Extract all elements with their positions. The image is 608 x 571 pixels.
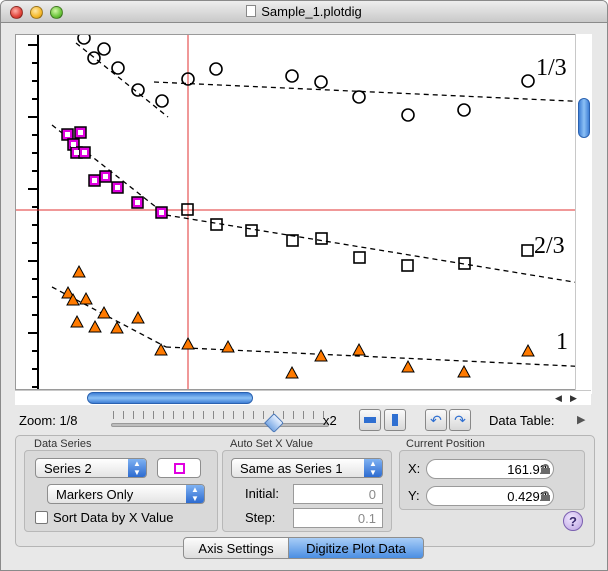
sort-label: Sort Data by X Value xyxy=(53,510,174,525)
fit-height-button[interactable] xyxy=(384,409,406,431)
series-1-point xyxy=(97,42,111,56)
label-two-thirds: 2/3 xyxy=(534,233,565,259)
redo-icon: ↷ xyxy=(454,412,466,428)
step-field[interactable]: 0.1 xyxy=(293,508,383,528)
auto-x-group-label: Auto Set X Value xyxy=(230,438,313,450)
data-table-disclosure-icon[interactable]: ▶ xyxy=(577,413,585,426)
undo-button[interactable]: ↶ xyxy=(425,409,447,431)
series-select[interactable]: Series 2 ▲ ▼ xyxy=(35,458,147,478)
series-1-point xyxy=(209,62,223,76)
label-one: 1 xyxy=(556,329,568,355)
vertical-scrollbar[interactable] xyxy=(575,34,592,394)
zoom-slider-ticks xyxy=(113,411,327,419)
x-label: X: xyxy=(408,461,421,476)
settings-panel: Data Series Series 2 ▲ ▼ Markers Only ▲ ▼ … xyxy=(15,435,595,547)
series-1-markers xyxy=(77,35,535,122)
fit-width-icon xyxy=(364,417,376,423)
auto-x-mode-value: Same as Series 1 xyxy=(240,461,343,476)
auto-x-mode-arrow-icon: ▲ ▼ xyxy=(364,459,382,477)
series-1-point xyxy=(111,61,125,75)
app-window: Sample_1.plotdig 1/3 2/3 1 ◀ ▶ Zoom: 1/8… xyxy=(0,0,608,571)
scroll-left-icon[interactable]: ◀ xyxy=(555,393,562,404)
initial-field[interactable]: 0 xyxy=(293,484,383,504)
series-1-point xyxy=(401,108,415,122)
title-bar[interactable]: Sample_1.plotdig xyxy=(1,1,607,23)
undo-icon: ↶ xyxy=(430,412,442,428)
series-1-point xyxy=(155,94,169,108)
series-1-point xyxy=(521,74,535,88)
series-1-point xyxy=(457,103,471,117)
plot-svg[interactable]: 1/3 2/3 1 xyxy=(16,35,591,390)
series-1-point xyxy=(352,90,366,104)
zoom-toolbar: Zoom: 1/8 x2 ↶ ↷ Data Table: ▶ xyxy=(15,409,595,433)
marker-mode-arrow-icon: ▲ ▼ xyxy=(186,485,204,503)
document-icon xyxy=(246,5,257,17)
horizontal-scroll-thumb[interactable] xyxy=(87,392,253,404)
marker-mode-select[interactable]: Markers Only ▲ ▼ xyxy=(47,484,205,504)
initial-label: Initial: xyxy=(245,486,279,501)
series-1-point xyxy=(314,75,328,89)
zoom-slider[interactable] xyxy=(111,411,331,433)
tab-digitize-plot-data[interactable]: Digitize Plot Data xyxy=(288,537,424,559)
data-table-label: Data Table: xyxy=(489,413,555,428)
series-3-markers xyxy=(61,264,589,379)
marker-style-button[interactable] xyxy=(157,458,201,478)
series-2-selected-markers xyxy=(61,126,168,219)
y-label: Y: xyxy=(408,488,420,503)
scroll-right-icon[interactable]: ▶ xyxy=(570,393,577,404)
auto-x-group: Same as Series 1 ▲ ▼ Initial: 0 Step: 0.1 xyxy=(222,450,392,532)
help-button[interactable]: ? xyxy=(563,511,583,531)
redo-button[interactable]: ↷ xyxy=(449,409,471,431)
marker-mode-value: Markers Only xyxy=(56,487,134,502)
label-one-third: 1/3 xyxy=(536,55,567,81)
fit-height-icon xyxy=(392,414,398,426)
series-2-markers xyxy=(181,203,534,272)
window-title-text: Sample_1.plotdig xyxy=(261,4,362,19)
marker-swatch-icon xyxy=(174,463,185,474)
vertical-scroll-thumb[interactable] xyxy=(578,98,590,138)
y-unlock-icon[interactable] xyxy=(541,491,550,501)
x-position-field[interactable]: 161.92 xyxy=(426,459,554,479)
zoom-slider-track xyxy=(111,423,329,427)
position-group-label: Current Position xyxy=(406,438,485,450)
sort-checkbox[interactable] xyxy=(35,511,48,524)
series-select-value: Series 2 xyxy=(44,461,92,476)
series-1-point xyxy=(77,35,91,45)
series-1-point xyxy=(87,51,101,65)
y-position-field[interactable]: 0.4292 xyxy=(426,486,554,506)
series-select-arrow-icon: ▲ ▼ xyxy=(128,459,146,477)
zoom-max-label: x2 xyxy=(323,413,337,428)
position-group: X: 161.92 Y: 0.4292 xyxy=(399,450,585,510)
x-lock-icon[interactable] xyxy=(541,464,550,474)
data-series-group: Series 2 ▲ ▼ Markers Only ▲ ▼ Sort Data by… xyxy=(24,450,218,532)
step-label: Step: xyxy=(245,510,276,525)
auto-x-mode-select[interactable]: Same as Series 1 ▲ ▼ xyxy=(231,458,383,478)
plot-canvas[interactable]: 1/3 2/3 1 xyxy=(15,34,591,390)
zoom-label: Zoom: 1/8 xyxy=(19,413,78,428)
tab-axis-settings[interactable]: Axis Settings xyxy=(183,537,289,559)
horizontal-scrollbar[interactable]: ◀ ▶ xyxy=(15,390,591,405)
y-axis-ticks xyxy=(28,44,38,388)
series-1-point xyxy=(285,69,299,83)
fit-width-button[interactable] xyxy=(359,409,381,431)
data-series-group-label: Data Series xyxy=(34,438,92,450)
window-title: Sample_1.plotdig xyxy=(1,4,607,19)
